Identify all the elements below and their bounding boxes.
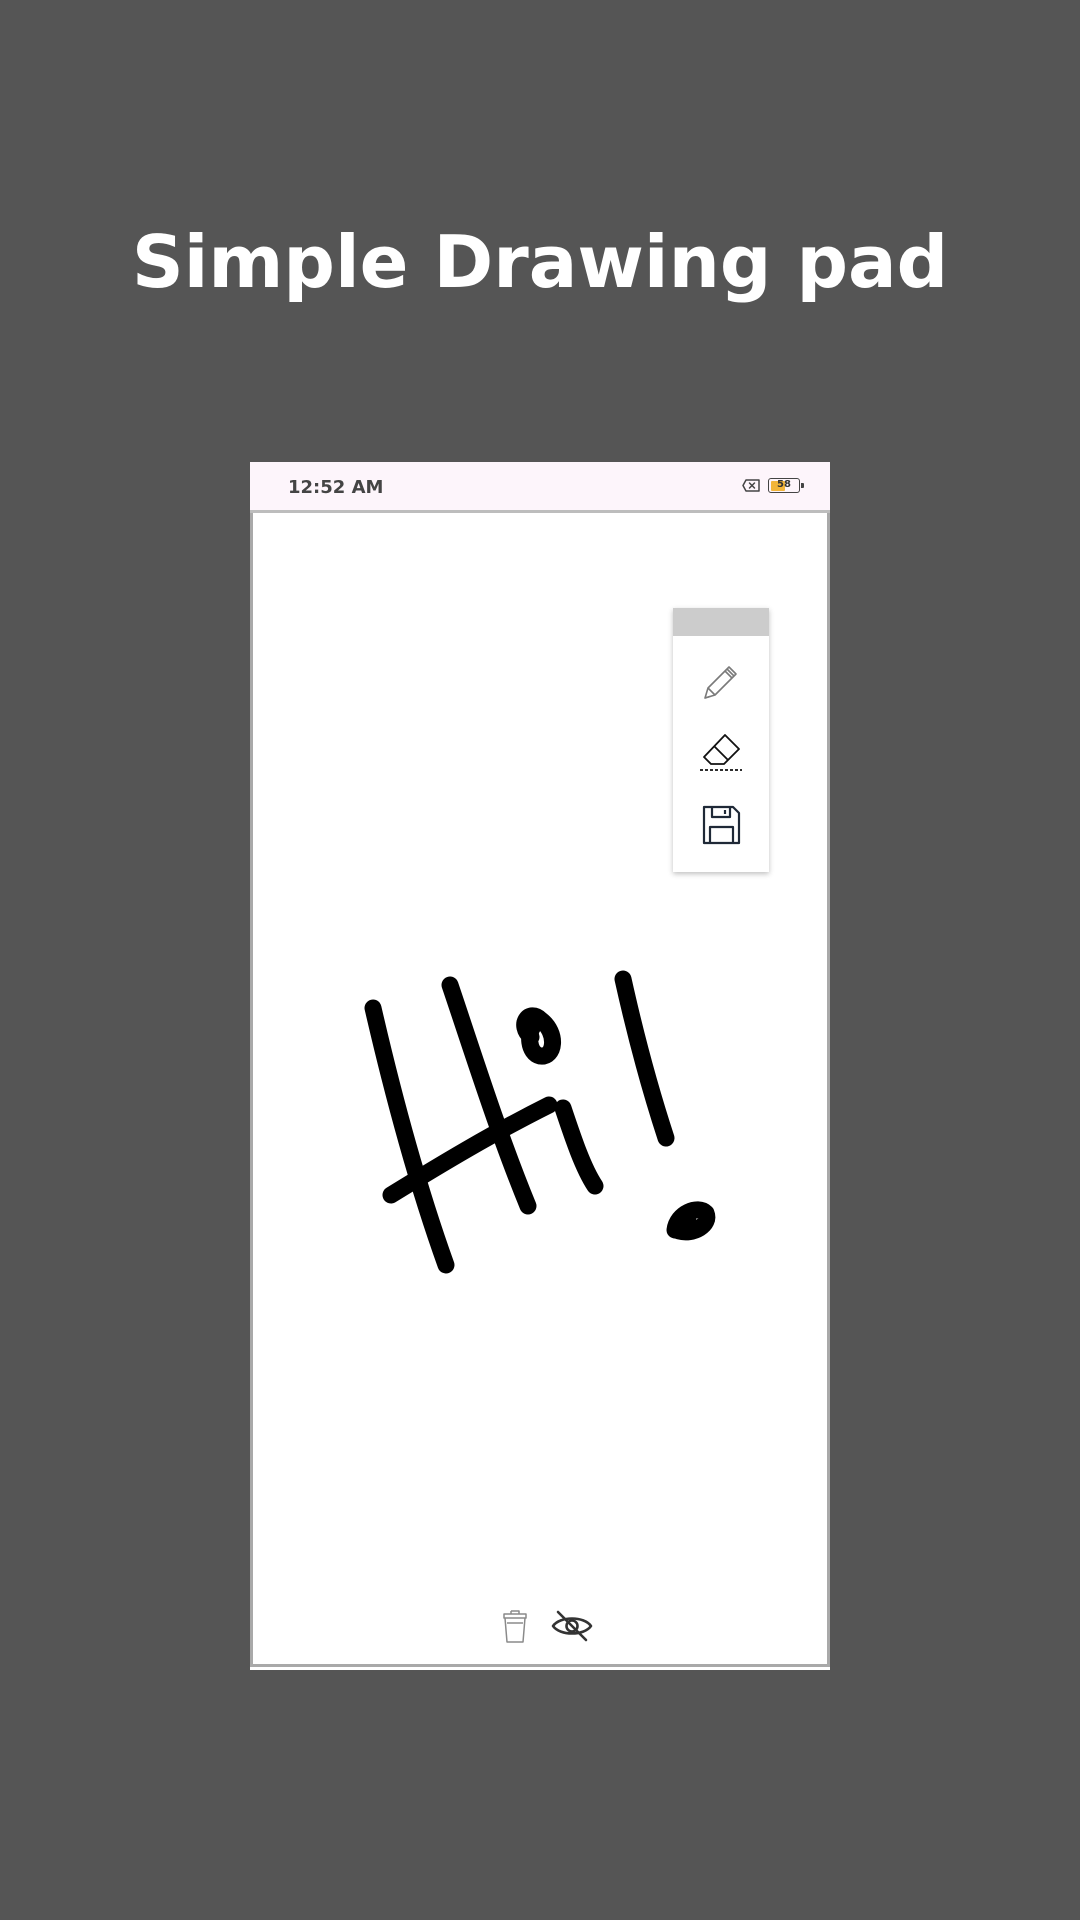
pencil-button[interactable] (697, 658, 745, 706)
save-button[interactable] (697, 801, 745, 849)
drawing-canvas[interactable] (250, 513, 830, 1667)
pencil-icon (704, 666, 737, 699)
stroke-h-right (441, 976, 537, 1215)
eraser-icon (700, 734, 742, 771)
clear-button[interactable] (493, 1606, 537, 1646)
status-icons: 58 (742, 478, 804, 493)
phone-screenshot: 12:52 AM 58 (250, 462, 830, 1670)
battery-cap (801, 483, 804, 488)
eraser-button[interactable] (697, 729, 745, 777)
battery-level: 58 (777, 479, 791, 490)
status-time: 12:52 AM (288, 477, 384, 498)
stroke-exclamation-line (614, 970, 675, 1147)
sim-x-icon (742, 479, 760, 492)
bottom-controls (493, 1606, 603, 1646)
stroke-h-left (364, 999, 455, 1274)
eye-off-icon (551, 1610, 593, 1642)
battery-icon: 58 (768, 478, 804, 493)
tool-panel-drag-handle[interactable] (673, 608, 769, 636)
stroke-i-body (554, 1099, 604, 1195)
hide-button[interactable] (545, 1606, 599, 1646)
status-bar: 12:52 AM 58 (250, 462, 830, 513)
save-icon (702, 805, 741, 845)
stroke-exclamation-dot (666, 1201, 716, 1241)
headline: Simple Drawing pad (131, 220, 949, 304)
tool-panel (673, 608, 769, 872)
trash-icon (503, 1610, 527, 1643)
stroke-i-dot (516, 1007, 561, 1065)
